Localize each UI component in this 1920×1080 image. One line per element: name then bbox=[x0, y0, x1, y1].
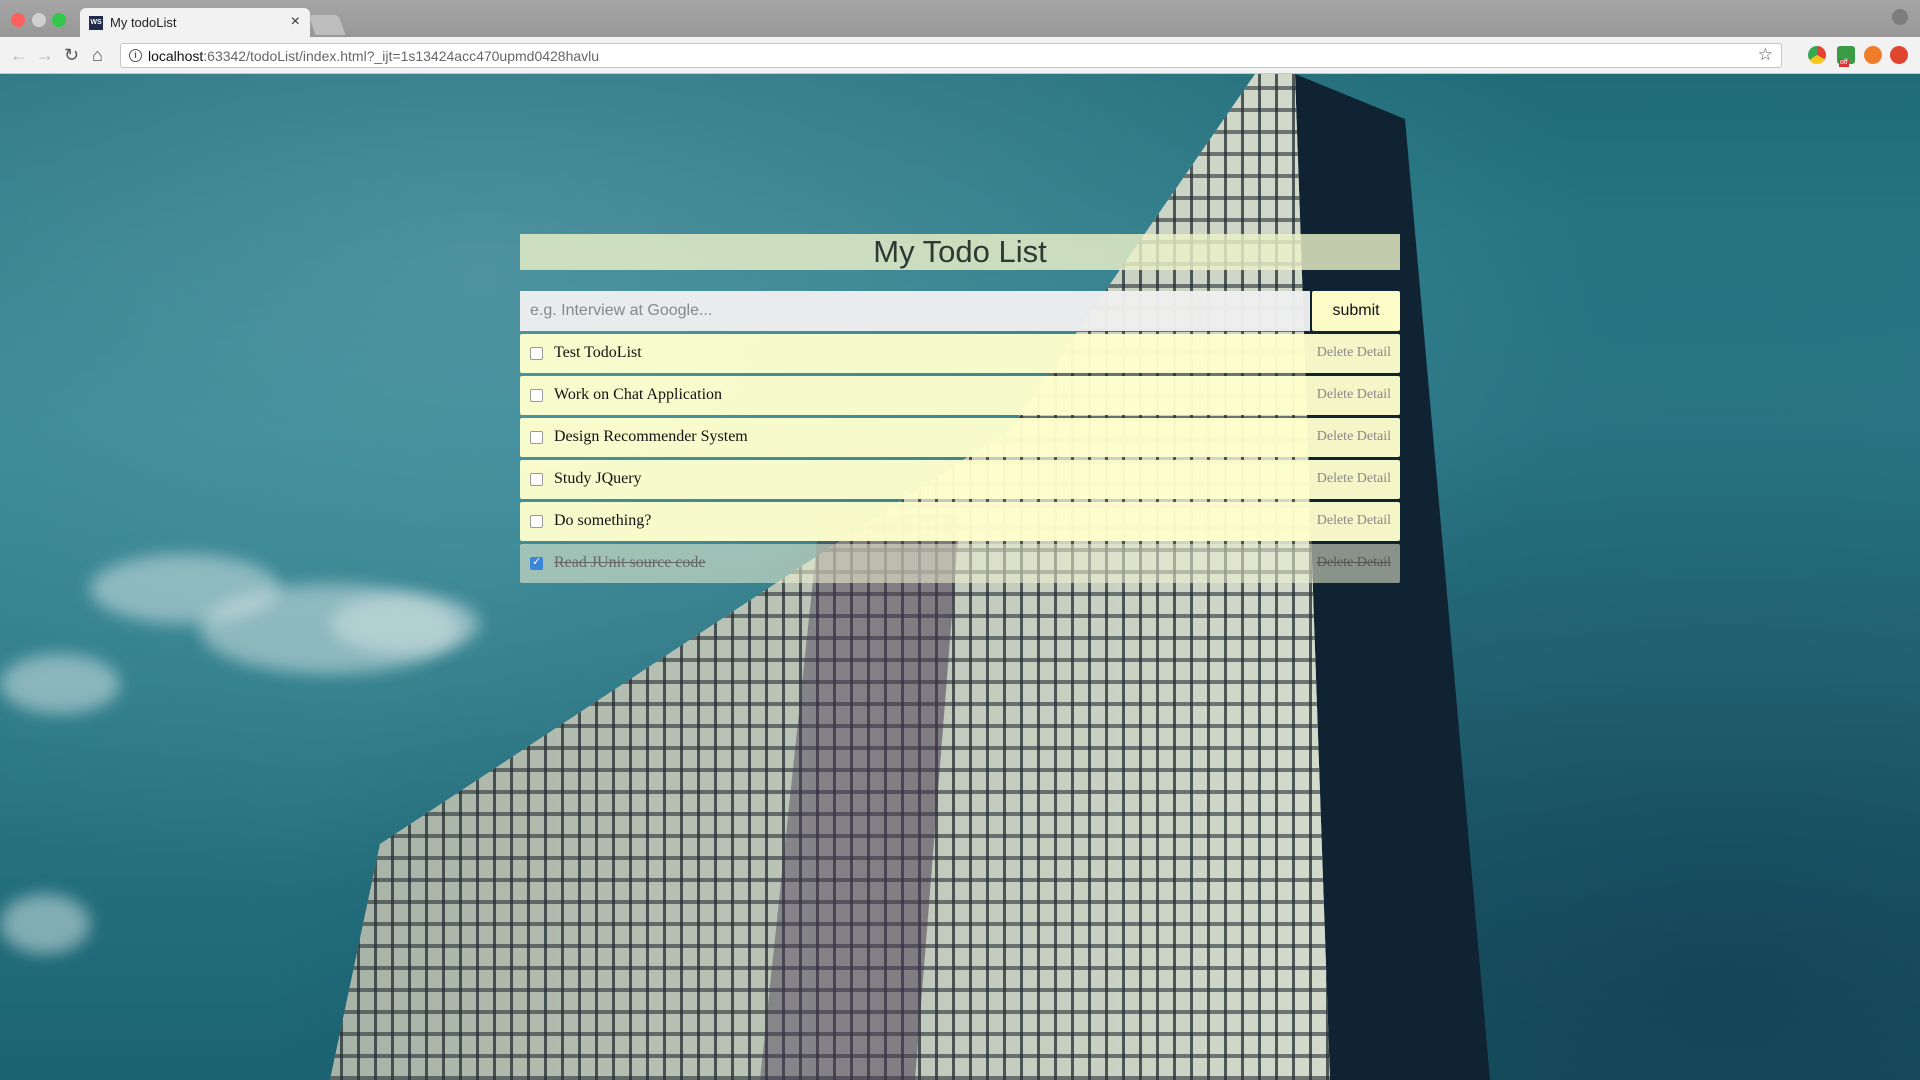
todo-text: Read JUnit source code bbox=[554, 554, 706, 571]
detail-link[interactable]: Detail bbox=[1357, 387, 1391, 402]
page-title: My Todo List bbox=[520, 234, 1400, 270]
background-cloud bbox=[330, 594, 480, 654]
todo-list: Test TodoList Delete Detail Work on Chat… bbox=[520, 334, 1400, 583]
detail-link[interactable]: Detail bbox=[1357, 471, 1391, 486]
extension-off-icon[interactable]: off bbox=[1837, 46, 1855, 67]
todo-app: My Todo List submit Test TodoList Delete… bbox=[520, 234, 1400, 586]
home-icon[interactable]: ⌂ bbox=[92, 45, 103, 65]
delete-link[interactable]: Delete bbox=[1317, 345, 1354, 360]
reload-icon[interactable]: ↻ bbox=[64, 45, 79, 65]
webstorm-favicon-icon: WS bbox=[89, 16, 103, 30]
profile-icon[interactable] bbox=[1892, 9, 1908, 25]
new-todo-form: submit bbox=[520, 291, 1400, 331]
close-tab-icon[interactable]: × bbox=[291, 13, 300, 31]
forward-arrow-icon[interactable]: → bbox=[36, 45, 54, 65]
todo-actions: Delete Detail bbox=[1317, 471, 1391, 487]
todo-text: Do something? bbox=[554, 512, 652, 529]
extension-orange-icon[interactable] bbox=[1864, 46, 1882, 64]
page-viewport: My Todo List submit Test TodoList Delete… bbox=[0, 74, 1920, 1080]
detail-link[interactable]: Detail bbox=[1357, 345, 1391, 360]
back-arrow-icon[interactable]: ← bbox=[10, 45, 28, 65]
close-window-button[interactable] bbox=[11, 13, 25, 27]
detail-link[interactable]: Detail bbox=[1357, 555, 1391, 570]
delete-link[interactable]: Delete bbox=[1317, 429, 1354, 444]
todo-item: Design Recommender System Delete Detail bbox=[520, 418, 1400, 457]
todo-actions: Delete Detail bbox=[1317, 387, 1391, 403]
todo-text: Study JQuery bbox=[554, 470, 642, 487]
todo-text: Design Recommender System bbox=[554, 428, 748, 445]
background-cloud bbox=[0, 894, 90, 954]
background-cloud bbox=[0, 654, 120, 714]
delete-link[interactable]: Delete bbox=[1317, 387, 1354, 402]
delete-link[interactable]: Delete bbox=[1317, 471, 1354, 486]
browser-tab-bar: WS My todoList × bbox=[0, 0, 1920, 37]
todo-checkbox[interactable] bbox=[530, 473, 543, 486]
todo-item: Do something? Delete Detail bbox=[520, 502, 1400, 541]
bookmark-star-icon[interactable]: ☆ bbox=[1758, 45, 1773, 65]
tab-title: My todoList bbox=[110, 15, 177, 30]
browser-tab[interactable]: WS My todoList × bbox=[80, 8, 310, 37]
browser-toolbar: ← → ↻ ⌂ i localhost:63342/todoList/index… bbox=[0, 37, 1920, 74]
address-bar[interactable]: i localhost:63342/todoList/index.html?_i… bbox=[120, 43, 1782, 68]
detail-link[interactable]: Detail bbox=[1357, 513, 1391, 528]
todo-actions: Delete Detail bbox=[1317, 555, 1391, 571]
maximize-window-button[interactable] bbox=[52, 13, 66, 27]
delete-link[interactable]: Delete bbox=[1317, 555, 1354, 570]
todo-actions: Delete Detail bbox=[1317, 513, 1391, 529]
todo-item: Test TodoList Delete Detail bbox=[520, 334, 1400, 373]
delete-link[interactable]: Delete bbox=[1317, 513, 1354, 528]
submit-button[interactable]: submit bbox=[1312, 291, 1400, 331]
extension-chrome-icon[interactable] bbox=[1808, 46, 1826, 64]
todo-checkbox[interactable] bbox=[530, 431, 543, 444]
todo-checkbox[interactable] bbox=[530, 515, 543, 528]
info-icon[interactable]: i bbox=[129, 49, 142, 62]
todo-checkbox[interactable] bbox=[530, 389, 543, 402]
todo-text: Test TodoList bbox=[554, 344, 642, 361]
url-path: :63342/todoList/index.html?_ijt=1s13424a… bbox=[203, 48, 600, 64]
todo-item: Work on Chat Application Delete Detail bbox=[520, 376, 1400, 415]
url-text[interactable]: localhost:63342/todoList/index.html?_ijt… bbox=[148, 48, 599, 64]
new-todo-input[interactable] bbox=[520, 291, 1310, 331]
todo-checkbox[interactable] bbox=[530, 347, 543, 360]
extension-red-icon[interactable] bbox=[1890, 46, 1908, 64]
todo-actions: Delete Detail bbox=[1317, 345, 1391, 361]
minimize-window-button[interactable] bbox=[32, 13, 46, 27]
todo-checkbox-checked[interactable] bbox=[530, 555, 543, 570]
todo-item-completed: Read JUnit source code Delete Detail bbox=[520, 544, 1400, 583]
todo-text: Work on Chat Application bbox=[554, 386, 723, 403]
todo-item: Study JQuery Delete Detail bbox=[520, 460, 1400, 499]
new-tab-button[interactable] bbox=[308, 15, 346, 35]
detail-link[interactable]: Detail bbox=[1357, 429, 1391, 444]
todo-actions: Delete Detail bbox=[1317, 429, 1391, 445]
url-host: localhost bbox=[148, 48, 204, 64]
